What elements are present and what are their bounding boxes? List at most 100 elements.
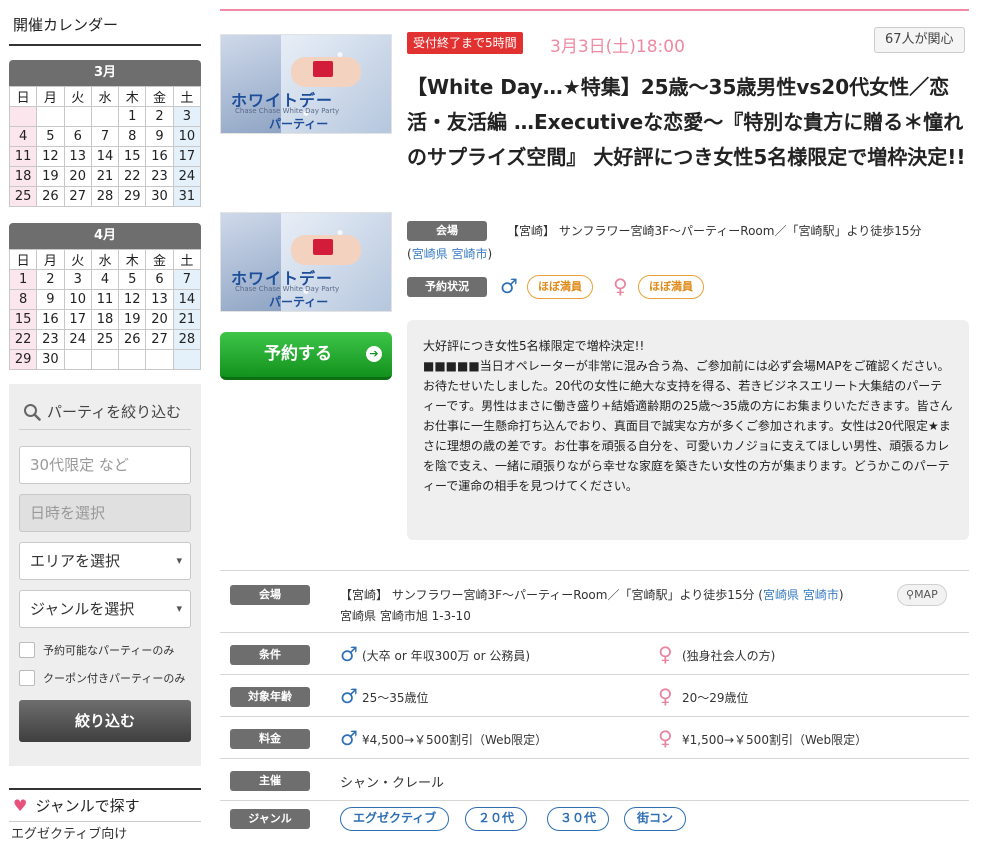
calendar-day[interactable]: 13 [63,146,92,167]
calendar-day[interactable]: 18 [8,166,38,187]
female-icon: ♀ [658,726,673,750]
calendar-day[interactable]: 4 [90,269,120,290]
calendar-april: 4月 日 月 火 水 木 金 土 1 2 3 4 5 6 7 8 9 10 11 12 13 14 15 16… [8,223,202,370]
date-picker-input[interactable]: 日時を選択 [19,494,191,532]
calendar-day[interactable]: 1 [118,106,147,127]
calendar-day[interactable]: 22 [118,166,147,187]
calendar-day[interactable]: 9 [36,289,65,310]
coupon-only-checkbox[interactable]: クーポン付きパーティーのみ [19,670,191,686]
city-link[interactable]: 宮崎市 [803,588,839,602]
calendar-day[interactable]: 2 [145,106,174,127]
interest-count-button[interactable]: 67人が関心 [874,27,965,53]
calendar-day[interactable]: 13 [145,289,174,310]
event-date: 3月3日(土)18:00 [550,37,685,57]
genre-select[interactable]: ジャンルを選択 [19,590,191,628]
prefecture-link[interactable]: 宮崎県 [412,247,448,261]
city-link[interactable]: 宮崎市 [452,247,488,261]
genre-tag[interactable]: エグゼクティブ [340,807,450,831]
calendar-empty-cell [118,349,147,370]
calendar-day[interactable]: 3 [63,269,92,290]
calendar-day[interactable]: 8 [8,289,38,310]
calendar-day[interactable]: 21 [90,166,120,187]
calendar-day[interactable]: 25 [8,186,38,207]
calendar-day[interactable]: 10 [63,289,92,310]
calendar-day[interactable]: 12 [118,289,147,310]
calendar-day[interactable]: 6 [63,126,92,147]
calendar-day[interactable]: 24 [172,166,202,187]
calendar-day[interactable]: 21 [172,309,202,330]
calendar-day[interactable]: 9 [145,126,174,147]
reserve-button-label: 予約する [264,344,332,364]
calendar-day[interactable]: 23 [36,329,65,350]
calendar-day[interactable]: 16 [145,146,174,167]
calendar-day[interactable]: 2 [36,269,65,290]
weekday: 月 [36,86,65,107]
calendar-day[interactable]: 6 [145,269,174,290]
calendar-day[interactable]: 8 [118,126,147,147]
calendar-day[interactable]: 26 [118,329,147,350]
weekday: 日 [8,249,38,270]
genre-tag[interactable]: 街コン [624,807,687,831]
calendar-week: 11 12 13 14 15 16 17 [8,146,202,167]
reservation-status-label: 予約状況 [407,277,487,297]
event-thumbnail[interactable]: ホワイトデー Chase Chase White Day Party パーティー [220,34,392,134]
calendar-day[interactable]: 7 [172,269,202,290]
event-thumbnail[interactable]: ホワイトデー Chase Chase White Day Party パーティー [220,212,392,312]
calendar-day[interactable]: 15 [8,309,38,330]
calendar-day[interactable]: 14 [172,289,202,310]
calendar-day[interactable]: 14 [90,146,120,167]
event-info-table: 会場 【宮崎】 サンフラワー宮崎3F～パーティーRoom／「宮崎駅」より徒歩15… [220,570,969,843]
available-only-checkbox[interactable]: 予約可能なパーティーのみ [19,642,191,658]
calendar-day[interactable]: 31 [172,186,202,207]
calendar-day[interactable]: 12 [36,146,65,167]
calendar-day[interactable]: 27 [63,186,92,207]
checkbox-box[interactable] [19,670,35,686]
weekday: 金 [145,86,174,107]
reserve-button[interactable]: 予約する ➔ [220,332,392,380]
calendar-day[interactable]: 4 [8,126,38,147]
calendar-day[interactable]: 1 [8,269,38,290]
calendar-week: 18 19 20 21 22 23 24 [8,166,202,187]
calendar-day[interactable]: 24 [63,329,92,350]
calendar-day[interactable]: 27 [145,329,174,350]
calendar-day[interactable]: 5 [118,269,147,290]
calendar-day[interactable]: 18 [90,309,120,330]
calendar-day[interactable]: 28 [90,186,120,207]
calendar-day[interactable]: 29 [118,186,147,207]
calendar-day[interactable]: 29 [8,349,38,370]
calendar-day[interactable]: 22 [8,329,38,350]
map-button[interactable]: ⚲MAP [897,584,947,606]
calendar-month-label: 3月 [9,60,201,86]
prefecture-link[interactable]: 宮崎県 [763,588,799,602]
calendar-day[interactable]: 5 [36,126,65,147]
calendar-day[interactable]: 20 [145,309,174,330]
calendar-day[interactable]: 11 [90,289,120,310]
calendar-day[interactable]: 30 [145,186,174,207]
sidebar: 開催カレンダー 3月 日 月 火 水 木 金 土 1 2 3 4 5 6 7 8 9 10 11 12… [8,0,202,848]
paren-close: ) [838,588,844,602]
calendar-day[interactable]: 25 [90,329,120,350]
calendar-day[interactable]: 17 [63,309,92,330]
genre-tag[interactable]: ２０代 [465,807,528,831]
calendar-day[interactable]: 30 [36,349,65,370]
genre-tag[interactable]: ３０代 [547,807,610,831]
keyword-input[interactable]: 30代限定 など [19,446,191,484]
calendar-day[interactable]: 7 [90,126,120,147]
host-link[interactable]: シャン・クレール [340,772,444,791]
genre-link-executive[interactable]: エグゼクティブ向け [9,822,201,848]
calendar-day[interactable]: 28 [172,329,202,350]
calendar-day[interactable]: 19 [36,166,65,187]
checkbox-box[interactable] [19,642,35,658]
calendar-day[interactable]: 16 [36,309,65,330]
calendar-day[interactable]: 10 [172,126,202,147]
calendar-day[interactable]: 19 [118,309,147,330]
area-select[interactable]: エリアを選択 [19,542,191,580]
calendar-day[interactable]: 17 [172,146,202,167]
calendar-day[interactable]: 15 [118,146,147,167]
calendar-day[interactable]: 11 [8,146,38,167]
calendar-day[interactable]: 3 [172,106,202,127]
calendar-day[interactable]: 26 [36,186,65,207]
calendar-day[interactable]: 23 [145,166,174,187]
calendar-day[interactable]: 20 [63,166,92,187]
filter-submit-button[interactable]: 絞り込む [19,700,191,742]
